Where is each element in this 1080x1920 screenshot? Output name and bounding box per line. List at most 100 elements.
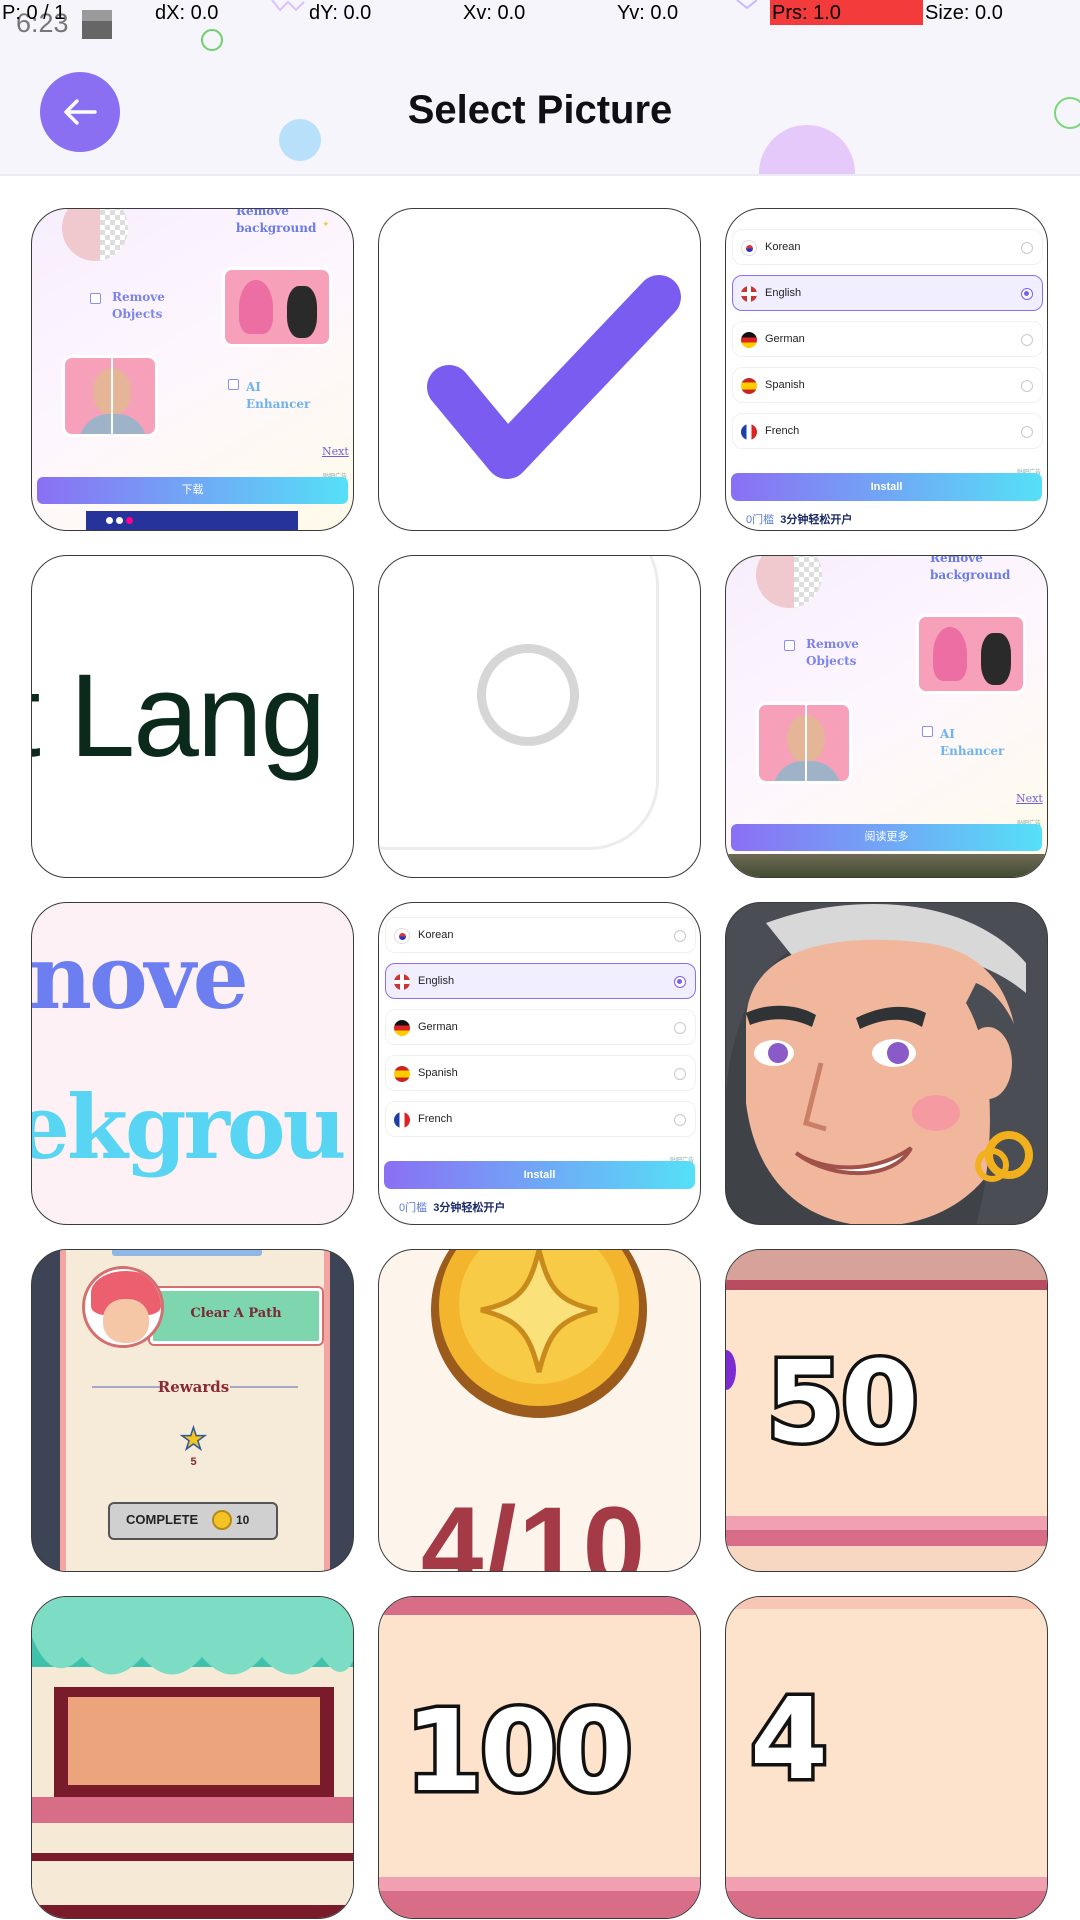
picture-tile[interactable]: [31, 1596, 354, 1919]
value-text: 100: [402, 1684, 637, 1821]
stripe: [726, 1597, 1047, 1609]
landscape-strip: [726, 854, 1047, 877]
stripe: [379, 1597, 700, 1615]
footer-text: 0门槛 3分钟轻松开户: [746, 514, 853, 526]
spain-flag-icon: [741, 378, 757, 394]
radio-icon: [1021, 380, 1033, 392]
picture-tile[interactable]: Remove background Remove Objects AI Enha…: [725, 555, 1048, 878]
picture-tile[interactable]: 4: [725, 1596, 1048, 1919]
star-icon: ★: [179, 1422, 207, 1457]
touch-size: Size: 0.0: [925, 2, 1003, 24]
zoomed-text: t Lang: [31, 650, 326, 782]
gem-icon: [726, 1350, 736, 1390]
radio-icon: [674, 1114, 686, 1126]
france-flag-icon: [741, 424, 757, 440]
language-name: Spanish: [765, 379, 805, 391]
remove-background-text: Remove background: [236, 208, 317, 235]
checkbox-icon: [228, 379, 239, 390]
uk-flag-icon: [394, 974, 410, 990]
checkbox-icon: [922, 726, 933, 737]
ai-enhancer-text: AI Enhancer: [940, 727, 1005, 758]
install-button: Install: [731, 473, 1042, 501]
card-clip: [112, 1250, 262, 1256]
language-option: German: [732, 321, 1043, 357]
thumbnail-strip: [86, 511, 298, 530]
language-option: Korean: [732, 229, 1043, 265]
picture-tile[interactable]: Korean English German Spanish French 贴吧广…: [725, 208, 1048, 531]
language-option: Spanish: [732, 367, 1043, 403]
picture-tile[interactable]: Korean English German Spanish French 贴吧广…: [378, 902, 701, 1225]
ai-enhancer-text: AI Enhancer: [246, 380, 311, 411]
remove-objects-text: Remove Objects: [806, 637, 859, 668]
stripe: [726, 1516, 1047, 1530]
checkbox-icon: [784, 640, 795, 651]
remove-objects-text: Remove Objects: [112, 290, 165, 321]
stripe: [726, 1530, 1047, 1546]
app-header: Select Picture: [0, 0, 1080, 176]
star-count: 5: [190, 1456, 197, 1468]
language-name: English: [418, 975, 455, 987]
checkbox-icon: [90, 293, 101, 304]
radio-icon: [1021, 242, 1033, 254]
stripe: [726, 1546, 1047, 1571]
shop-awning: [32, 1597, 353, 1918]
germany-flag-icon: [394, 1020, 410, 1036]
stripe: [379, 1877, 700, 1891]
picture-tile[interactable]: t Lang: [31, 555, 354, 878]
velocity-x: Xv: 0.0: [463, 2, 526, 24]
radio-unselected-icon: [477, 644, 579, 746]
sparkle-icon: ✦: [322, 219, 330, 229]
screen: { "debug_overlay": { "pointer": "P: 0 / …: [0, 0, 1080, 1920]
language-option-selected: English: [385, 963, 696, 999]
remove-background-text: Remove background: [930, 555, 1011, 582]
picture-tile[interactable]: 50: [725, 1249, 1048, 1572]
language-option: Spanish: [385, 1055, 696, 1091]
page-title: Select Picture: [407, 88, 673, 132]
language-name: English: [765, 287, 802, 299]
value-text: 4: [747, 1672, 832, 1809]
portrait-photo: [756, 702, 852, 784]
language-option: Korean: [385, 917, 696, 953]
zoomed-text: ekgrou: [31, 1075, 347, 1179]
quest-title: Clear A Path: [190, 1306, 282, 1321]
germany-flag-icon: [741, 332, 757, 348]
language-name: Korean: [765, 241, 801, 253]
language-name: German: [765, 333, 805, 345]
cat-photo: [756, 556, 822, 608]
picture-grid: Remove background ✦ Remove Objects AI En…: [31, 208, 1051, 1919]
uk-flag-icon: [741, 286, 757, 302]
counter-text: 4/10: [421, 1484, 647, 1572]
picture-tile[interactable]: 100: [378, 1596, 701, 1919]
korea-flag-icon: [394, 928, 410, 944]
portrait-photo: [62, 355, 158, 437]
pressure: Prs: 1.0: [770, 0, 923, 25]
language-option: French: [385, 1101, 696, 1137]
picture-tile[interactable]: Remove background ✦ Remove Objects AI En…: [31, 208, 354, 531]
spain-flag-icon: [394, 1066, 410, 1082]
picture-tile[interactable]: [378, 208, 701, 531]
korea-flag-icon: [741, 240, 757, 256]
checkmark-icon: [427, 275, 681, 479]
velocity-y: Yv: 0.0: [617, 2, 679, 24]
stripe: [726, 1877, 1047, 1891]
next-link: Next: [322, 445, 349, 458]
radio-selected-icon: [674, 976, 686, 988]
radio-icon: [1021, 426, 1033, 438]
language-option-selected: English: [732, 275, 1043, 311]
picture-tile[interactable]: Clear A Path Rewards ★ 5 COMPLETE 10: [31, 1249, 354, 1572]
picture-tile[interactable]: 4/10: [378, 1249, 701, 1572]
stripe: [726, 1250, 1047, 1280]
picture-tile[interactable]: nove ekgrou: [31, 902, 354, 1225]
picture-tile[interactable]: [725, 902, 1048, 1225]
install-button: Install: [384, 1161, 695, 1189]
stripe: [379, 1891, 700, 1918]
language-name: French: [765, 425, 800, 437]
radio-icon: [674, 1068, 686, 1080]
pointer-debug-overlay: P: 0 / 1 dX: 0.0 dY: 0.0 Xv: 0.0 Yv: 0.0…: [0, 0, 1080, 26]
language-name: French: [418, 1113, 453, 1125]
language-name: Korean: [418, 929, 454, 941]
france-flag-icon: [394, 1112, 410, 1128]
radio-selected-icon: [1021, 288, 1033, 300]
picture-tile[interactable]: [378, 555, 701, 878]
flamingo-photo: [222, 267, 332, 347]
